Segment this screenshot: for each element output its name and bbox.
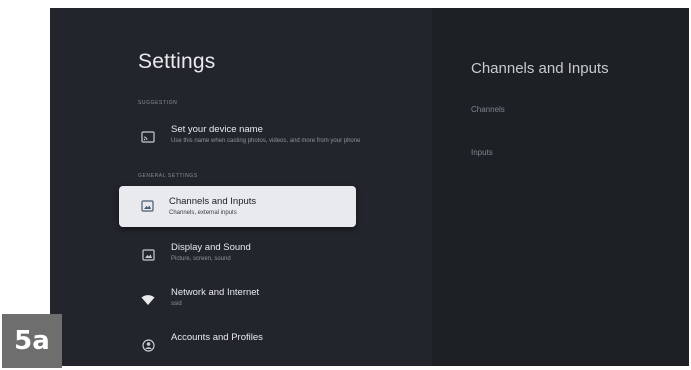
settings-item-subtitle: ssid — [171, 301, 182, 307]
settings-item-subtitle: Channels, external inputs — [169, 210, 237, 216]
step-badge: 5a — [2, 314, 62, 368]
settings-item-display-sound[interactable]: Display and Sound Picture, screen, sound — [138, 238, 368, 272]
input-icon — [137, 196, 157, 216]
settings-item-title: Display and Sound — [171, 242, 251, 253]
section-label-suggestion: SUGGESTION — [138, 100, 178, 106]
settings-pane: Settings SUGGESTION Set your device name… — [50, 8, 432, 366]
display-icon — [138, 245, 158, 265]
settings-item-title: Set your device name — [171, 124, 263, 135]
settings-item-channels-inputs[interactable]: Channels and Inputs Channels, external i… — [119, 186, 356, 227]
detail-item-inputs[interactable]: Inputs — [471, 148, 493, 157]
account-icon — [138, 335, 158, 355]
detail-pane: Channels and Inputs Channels Inputs — [432, 8, 689, 366]
detail-title: Channels and Inputs — [471, 60, 609, 77]
settings-item-subtitle: Use this name when casting photos, video… — [171, 138, 361, 144]
settings-item-subtitle: Picture, screen, sound — [171, 256, 231, 262]
settings-item-title: Channels and Inputs — [169, 196, 257, 207]
page-title: Settings — [138, 50, 216, 73]
section-label-general: GENERAL SETTINGS — [138, 173, 198, 179]
wifi-icon — [138, 290, 158, 310]
cast-icon — [138, 127, 158, 147]
settings-item-network[interactable]: Network and Internet ssid — [138, 283, 368, 317]
settings-item-title: Network and Internet — [171, 287, 260, 298]
tv-screen: Settings SUGGESTION Set your device name… — [50, 8, 689, 366]
settings-item-accounts[interactable]: Accounts and Profiles — [138, 328, 368, 362]
detail-item-channels[interactable]: Channels — [471, 105, 505, 114]
settings-item-title: Accounts and Profiles — [171, 332, 263, 343]
settings-item-device-name[interactable]: Set your device name Use this name when … — [138, 120, 368, 154]
